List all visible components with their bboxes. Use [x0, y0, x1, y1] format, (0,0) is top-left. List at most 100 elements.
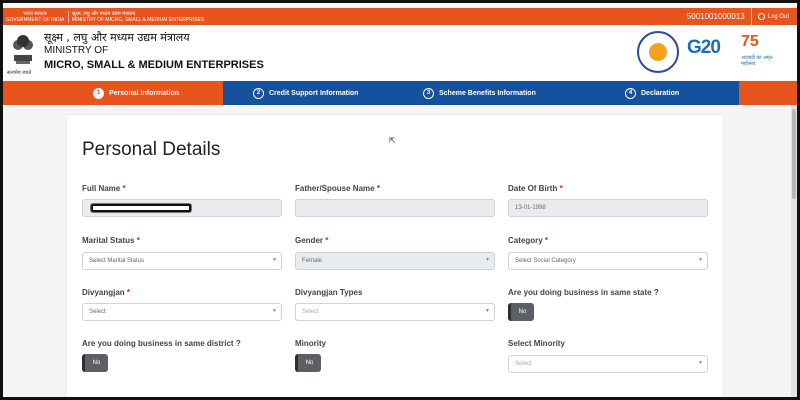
scrollbar-thumb[interactable]: [792, 109, 796, 199]
category-select[interactable]: Select Social Category ▼: [508, 252, 708, 270]
mouse-cursor-icon: ⇱: [389, 136, 396, 145]
gender-value: Female: [302, 258, 323, 264]
father-spouse-label-text: Father/Spouse Name: [295, 184, 375, 193]
select-minority-value: Select: [515, 361, 532, 367]
ministry-name-line2: MICRO, SMALL & MEDIUM ENTERPRISES: [44, 59, 264, 71]
minority-toggle[interactable]: No: [295, 354, 321, 372]
marital-status-label-text: Marital Status: [82, 236, 135, 245]
step-label: Scheme Benefits Information: [439, 89, 536, 97]
logout-label: Log Out: [767, 13, 789, 20]
divyangjan-types-label: Divyangjan Types: [295, 288, 362, 297]
dob-input[interactable]: 13-01-1998: [508, 199, 708, 217]
minority-label-text: Minority: [295, 339, 327, 348]
government-top-bar: भारत सरकार GOVERNMENT OF INDIA सूक्ष्म, …: [3, 8, 797, 25]
vertical-scrollbar[interactable]: [791, 105, 797, 397]
marital-status-select[interactable]: Select Marital Status ▼: [82, 252, 282, 270]
tab-credit-support-information[interactable]: 2 Credit Support Information: [253, 81, 358, 105]
chevron-down-icon: ▼: [698, 360, 703, 366]
top-bar-right: 5001001000013 Log Out: [681, 8, 797, 25]
required-marker: *: [559, 184, 563, 193]
gender-select[interactable]: Female ▼: [295, 252, 495, 270]
divider: [68, 10, 69, 23]
required-marker: *: [136, 236, 140, 245]
category-label-text: Category: [508, 236, 543, 245]
g20-label: G20: [687, 37, 721, 58]
divyangjan-types-label-text: Divyangjan Types: [295, 288, 363, 297]
select-minority-select[interactable]: Select ▼: [508, 355, 708, 373]
category-value: Select Social Category: [515, 258, 576, 264]
tab-scheme-benefits-information[interactable]: 3 Scheme Benefits Information: [423, 81, 536, 105]
full-name-label-text: Full Name: [82, 184, 121, 193]
divyangjan-types-select[interactable]: Select ▼: [295, 303, 495, 321]
divyangjan-types-value: Select: [302, 309, 319, 315]
category-label: Category *: [508, 236, 548, 245]
gender-label: Gender *: [295, 236, 328, 245]
father-spouse-label: Father/Spouse Name *: [295, 184, 380, 193]
ministry-small-text: सूक्ष्म, लघु और मध्यम उद्यम मंत्रालय MIN…: [72, 11, 204, 23]
same-state-value: No: [518, 309, 527, 315]
same-state-label: Are you doing business in same state ?: [508, 288, 659, 297]
divyangjan-label-text: Divyangjan: [82, 288, 125, 297]
gender-label-text: Gender: [295, 236, 324, 245]
divyangjan-select[interactable]: Select ▼: [82, 303, 282, 321]
marital-status-label: Marital Status *: [82, 236, 140, 245]
step-number: 4: [625, 87, 636, 99]
govt-of-india-text: भारत सरकार GOVERNMENT OF INDIA: [3, 11, 65, 23]
chevron-down-icon: ▼: [272, 257, 277, 263]
chevron-down-icon: ▼: [272, 308, 277, 314]
tab-declaration[interactable]: 4 Declaration: [625, 81, 679, 105]
azadi-logo: 75: [741, 33, 759, 50]
step-number: 1: [93, 87, 104, 99]
logout-icon: [757, 13, 765, 20]
chevron-down-icon: ▼: [485, 257, 490, 263]
ministry-english-small: MINISTRY OF MICRO, SMALL & MEDIUM ENTERP…: [72, 16, 205, 23]
marital-status-value: Select Marital Status: [89, 258, 145, 264]
g20-logo: G20: [687, 37, 721, 59]
chevron-down-icon: ▼: [698, 257, 703, 263]
progress-steps-bar: 1 Personal Information 2 Credit Support …: [3, 81, 797, 105]
same-state-label-text: Are you doing business in same state ?: [508, 288, 659, 297]
ministry-name-hindi: सूक्ष्म , लघु और मध्यम उद्यम मंत्रालय: [44, 31, 190, 44]
same-district-value: No: [92, 360, 101, 366]
redacted-name: [91, 204, 191, 212]
ministry-name-line1: MINISTRY OF: [44, 45, 109, 56]
required-marker: *: [325, 236, 329, 245]
azadi-subtitle: आज़ादी का अमृत महोत्सव: [741, 55, 773, 67]
full-name-input[interactable]: [82, 199, 282, 217]
select-minority-label: Select Minority: [508, 339, 565, 348]
step-label: Credit Support Information: [269, 89, 359, 97]
required-marker: *: [544, 236, 549, 245]
father-spouse-input[interactable]: [295, 199, 495, 217]
divyangjan-value: Select: [89, 309, 106, 315]
same-district-toggle[interactable]: No: [82, 354, 108, 372]
required-marker: *: [126, 288, 131, 297]
divyangjan-label: Divyangjan *: [82, 288, 130, 297]
step-number: 3: [423, 87, 434, 99]
msme-logo-center: [649, 43, 667, 61]
udyam-number: 5001001000013: [681, 8, 752, 25]
chevron-down-icon: ▼: [485, 308, 490, 314]
dob-value: 13-01-1998: [515, 205, 546, 211]
emblem-caption: सत्यमेव जयते: [7, 70, 32, 76]
required-marker: *: [122, 184, 126, 193]
step-label: Personal Information: [109, 89, 180, 97]
site-header: सत्यमेव जयते सूक्ष्म , लघु और मध्यम उद्य…: [3, 25, 797, 81]
screenshot-frame: भारत सरकार GOVERNMENT OF INDIA सूक्ष्म, …: [0, 0, 800, 400]
same-district-label-text: Are you doing business in same district …: [82, 339, 241, 348]
same-state-toggle[interactable]: No: [508, 303, 534, 321]
govt-english-label: GOVERNMENT OF INDIA: [5, 16, 65, 23]
tab-personal-information[interactable]: 1 Personal Information: [93, 81, 179, 105]
step-label: Declaration: [641, 89, 680, 97]
step-number: 2: [253, 87, 264, 99]
msme-logo: [637, 31, 679, 73]
logout-button[interactable]: Log Out: [752, 13, 797, 20]
full-name-label: Full Name *: [82, 184, 126, 193]
select-minority-label-text: Select Minority: [508, 339, 565, 348]
minority-value: No: [305, 360, 314, 366]
required-marker: *: [376, 184, 380, 193]
dob-label-text: Date Of Birth: [508, 184, 558, 193]
same-district-label: Are you doing business in same district …: [82, 339, 241, 348]
national-emblem-icon: [13, 35, 33, 64]
dob-label: Date Of Birth *: [508, 184, 563, 193]
page-title: Personal Details: [82, 139, 221, 160]
